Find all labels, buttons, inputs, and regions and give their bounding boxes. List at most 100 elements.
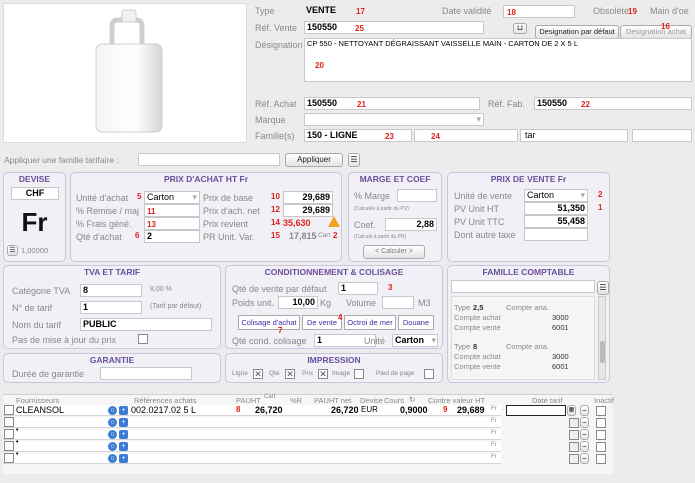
print-image-checkbox[interactable] xyxy=(354,369,364,379)
row-remove-button[interactable]: − xyxy=(580,417,589,428)
print-prix-checkbox[interactable]: ✕ xyxy=(318,369,328,379)
list-icon[interactable]: ☰ xyxy=(7,245,18,256)
tab-de-vente[interactable]: De vente xyxy=(302,315,342,330)
print-ligne-checkbox[interactable]: ✕ xyxy=(253,369,263,379)
tar-field[interactable]: tar xyxy=(520,129,628,142)
famille-comptable-field[interactable] xyxy=(451,280,595,293)
cat-tva-field[interactable]: 8 xyxy=(80,284,142,297)
add-icon[interactable]: + xyxy=(119,406,128,415)
remise-field[interactable]: 11 xyxy=(144,204,200,217)
unite-cond-select[interactable]: Carton ▾ xyxy=(392,334,438,347)
devise-panel: DEVISE CHF Fr ☰ 1,00000 xyxy=(3,172,66,262)
search-icon[interactable]: ○ xyxy=(108,454,117,463)
tarif-nom-field[interactable]: PUBLIC xyxy=(80,318,212,331)
qte-defaut-field[interactable]: 1 xyxy=(338,282,378,295)
table-row[interactable]: CLEANSOL ○ + 002.0217.02 5 L 8 26,720 26… xyxy=(3,405,501,416)
famille2-field[interactable]: 24 xyxy=(414,129,518,142)
search-icon[interactable]: ○ xyxy=(108,418,117,427)
table-row[interactable]: • ○ + Fr xyxy=(3,451,501,464)
row-remove-button[interactable]: − xyxy=(580,429,589,440)
row-checkbox[interactable] xyxy=(4,417,14,427)
row-remove-button[interactable]: − xyxy=(580,453,589,464)
marge-field[interactable] xyxy=(397,189,437,202)
unite-vente-select[interactable]: Carton ▾ xyxy=(524,189,588,202)
pv-ttc-field[interactable]: 55,458 xyxy=(524,215,588,228)
type-value[interactable]: VENTE xyxy=(306,5,336,15)
scroll-thumb[interactable] xyxy=(600,341,605,363)
inactif-checkbox[interactable] xyxy=(596,442,606,452)
ref-fab-field[interactable]: 150550 22 xyxy=(534,97,692,110)
add-icon[interactable]: + xyxy=(119,442,128,451)
list-icon[interactable]: ☰ xyxy=(348,153,360,167)
row-checkbox[interactable] xyxy=(569,442,579,452)
unite-achat-label: Unité d'achat xyxy=(76,193,129,203)
search-icon[interactable]: ○ xyxy=(108,442,117,451)
apply-button[interactable]: Appliquer xyxy=(285,153,343,167)
autre-taxe-field[interactable] xyxy=(524,228,588,241)
apply-family-field[interactable] xyxy=(138,153,280,166)
list-icon[interactable]: ☰ xyxy=(597,281,609,295)
add-icon[interactable]: + xyxy=(119,454,128,463)
row-checkbox[interactable] xyxy=(4,441,14,451)
designation-achat-button[interactable]: Designation achat 16 xyxy=(620,22,692,39)
print-qte-checkbox[interactable]: ✕ xyxy=(285,369,295,379)
inactif-checkbox[interactable] xyxy=(596,406,606,416)
inactif-checkbox[interactable] xyxy=(596,418,606,428)
search-icon[interactable]: ○ xyxy=(108,406,117,415)
pas-maj-checkbox[interactable] xyxy=(138,334,148,344)
refresh-icon[interactable]: ↻ xyxy=(409,395,415,404)
tab-octroi-de-mer[interactable]: Octroi de mer xyxy=(344,315,396,330)
scrollbar[interactable] xyxy=(598,296,606,380)
ref-vente-field[interactable]: 150550 25 xyxy=(304,21,484,34)
row-checkbox[interactable] xyxy=(4,453,14,463)
row-checkbox[interactable] xyxy=(569,430,579,440)
print-pied-checkbox[interactable] xyxy=(424,369,434,379)
devise-code[interactable]: CHF xyxy=(11,187,59,200)
search-icon[interactable]: ○ xyxy=(108,430,117,439)
frais-field[interactable]: 13 xyxy=(144,217,200,230)
col-inactif: Inactif xyxy=(594,396,615,405)
row-checkbox[interactable] xyxy=(4,429,14,439)
duree-garantie-field[interactable] xyxy=(100,367,192,380)
famille-field[interactable]: 150 - LIGNE 23 xyxy=(304,129,412,142)
book-icon[interactable]: ⊔ xyxy=(513,23,527,34)
date-validite-field[interactable]: 18 xyxy=(503,5,575,18)
marque-select[interactable]: ▾ xyxy=(304,113,484,126)
row-checkbox[interactable] xyxy=(569,454,579,464)
qte-achat-field[interactable]: 2 xyxy=(144,230,200,243)
col-pauht: PAUHT xyxy=(236,396,261,405)
volume-unit: M3 xyxy=(418,298,431,308)
add-icon[interactable]: + xyxy=(119,430,128,439)
tarif-no-field[interactable]: 1 xyxy=(80,301,142,314)
designation-default-button[interactable]: Designation par défaut xyxy=(535,25,619,39)
row-checkbox[interactable] xyxy=(569,418,579,428)
date-tarif-field[interactable] xyxy=(506,405,566,416)
qte-achat-label: Qté d'achat xyxy=(76,232,122,242)
pv-ht-field[interactable]: 51,350 xyxy=(524,202,588,215)
unite-achat-select[interactable]: Carton ▾ xyxy=(144,191,200,204)
table-row[interactable]: ○ + Fr xyxy=(3,417,501,428)
row-remove-button[interactable]: − xyxy=(580,405,589,416)
calendar-icon[interactable]: ▦ xyxy=(567,405,576,416)
calculer-button[interactable]: < Calculer > xyxy=(363,245,425,259)
row-remove-button[interactable]: − xyxy=(580,441,589,452)
ref-achat-field[interactable]: 150550 21 xyxy=(304,97,480,110)
coef-label: Coef. xyxy=(354,220,376,230)
row-checkbox[interactable] xyxy=(4,405,14,415)
inactif-checkbox[interactable] xyxy=(596,454,606,464)
ref-vente-label: Réf. Vente xyxy=(255,23,298,33)
poids-field[interactable]: 10,00 xyxy=(278,296,318,309)
tab-douane[interactable]: Douane xyxy=(398,315,434,330)
prix-vente-panel: PRIX DE VENTE Fr Unité de vente Carton ▾ … xyxy=(447,172,610,262)
table-row[interactable]: • ○ + Fr xyxy=(3,439,501,452)
designation-field[interactable]: CP 550 - NETTOYANT DÉGRAISSANT VAISSELLE… xyxy=(304,38,692,82)
add-icon[interactable]: + xyxy=(119,418,128,427)
coef-field[interactable]: 2,88 xyxy=(385,218,437,231)
famille4-field[interactable] xyxy=(632,129,692,142)
tab-colisage-achat[interactable]: Colisage d'achat xyxy=(238,315,300,330)
inactif-checkbox[interactable] xyxy=(596,430,606,440)
prix-base-field[interactable]: 29,689 xyxy=(283,191,333,204)
volume-field[interactable] xyxy=(382,296,414,309)
prix-net-field[interactable]: 29,689 xyxy=(283,204,333,217)
table-row[interactable]: • ○ + Fr xyxy=(3,427,501,440)
